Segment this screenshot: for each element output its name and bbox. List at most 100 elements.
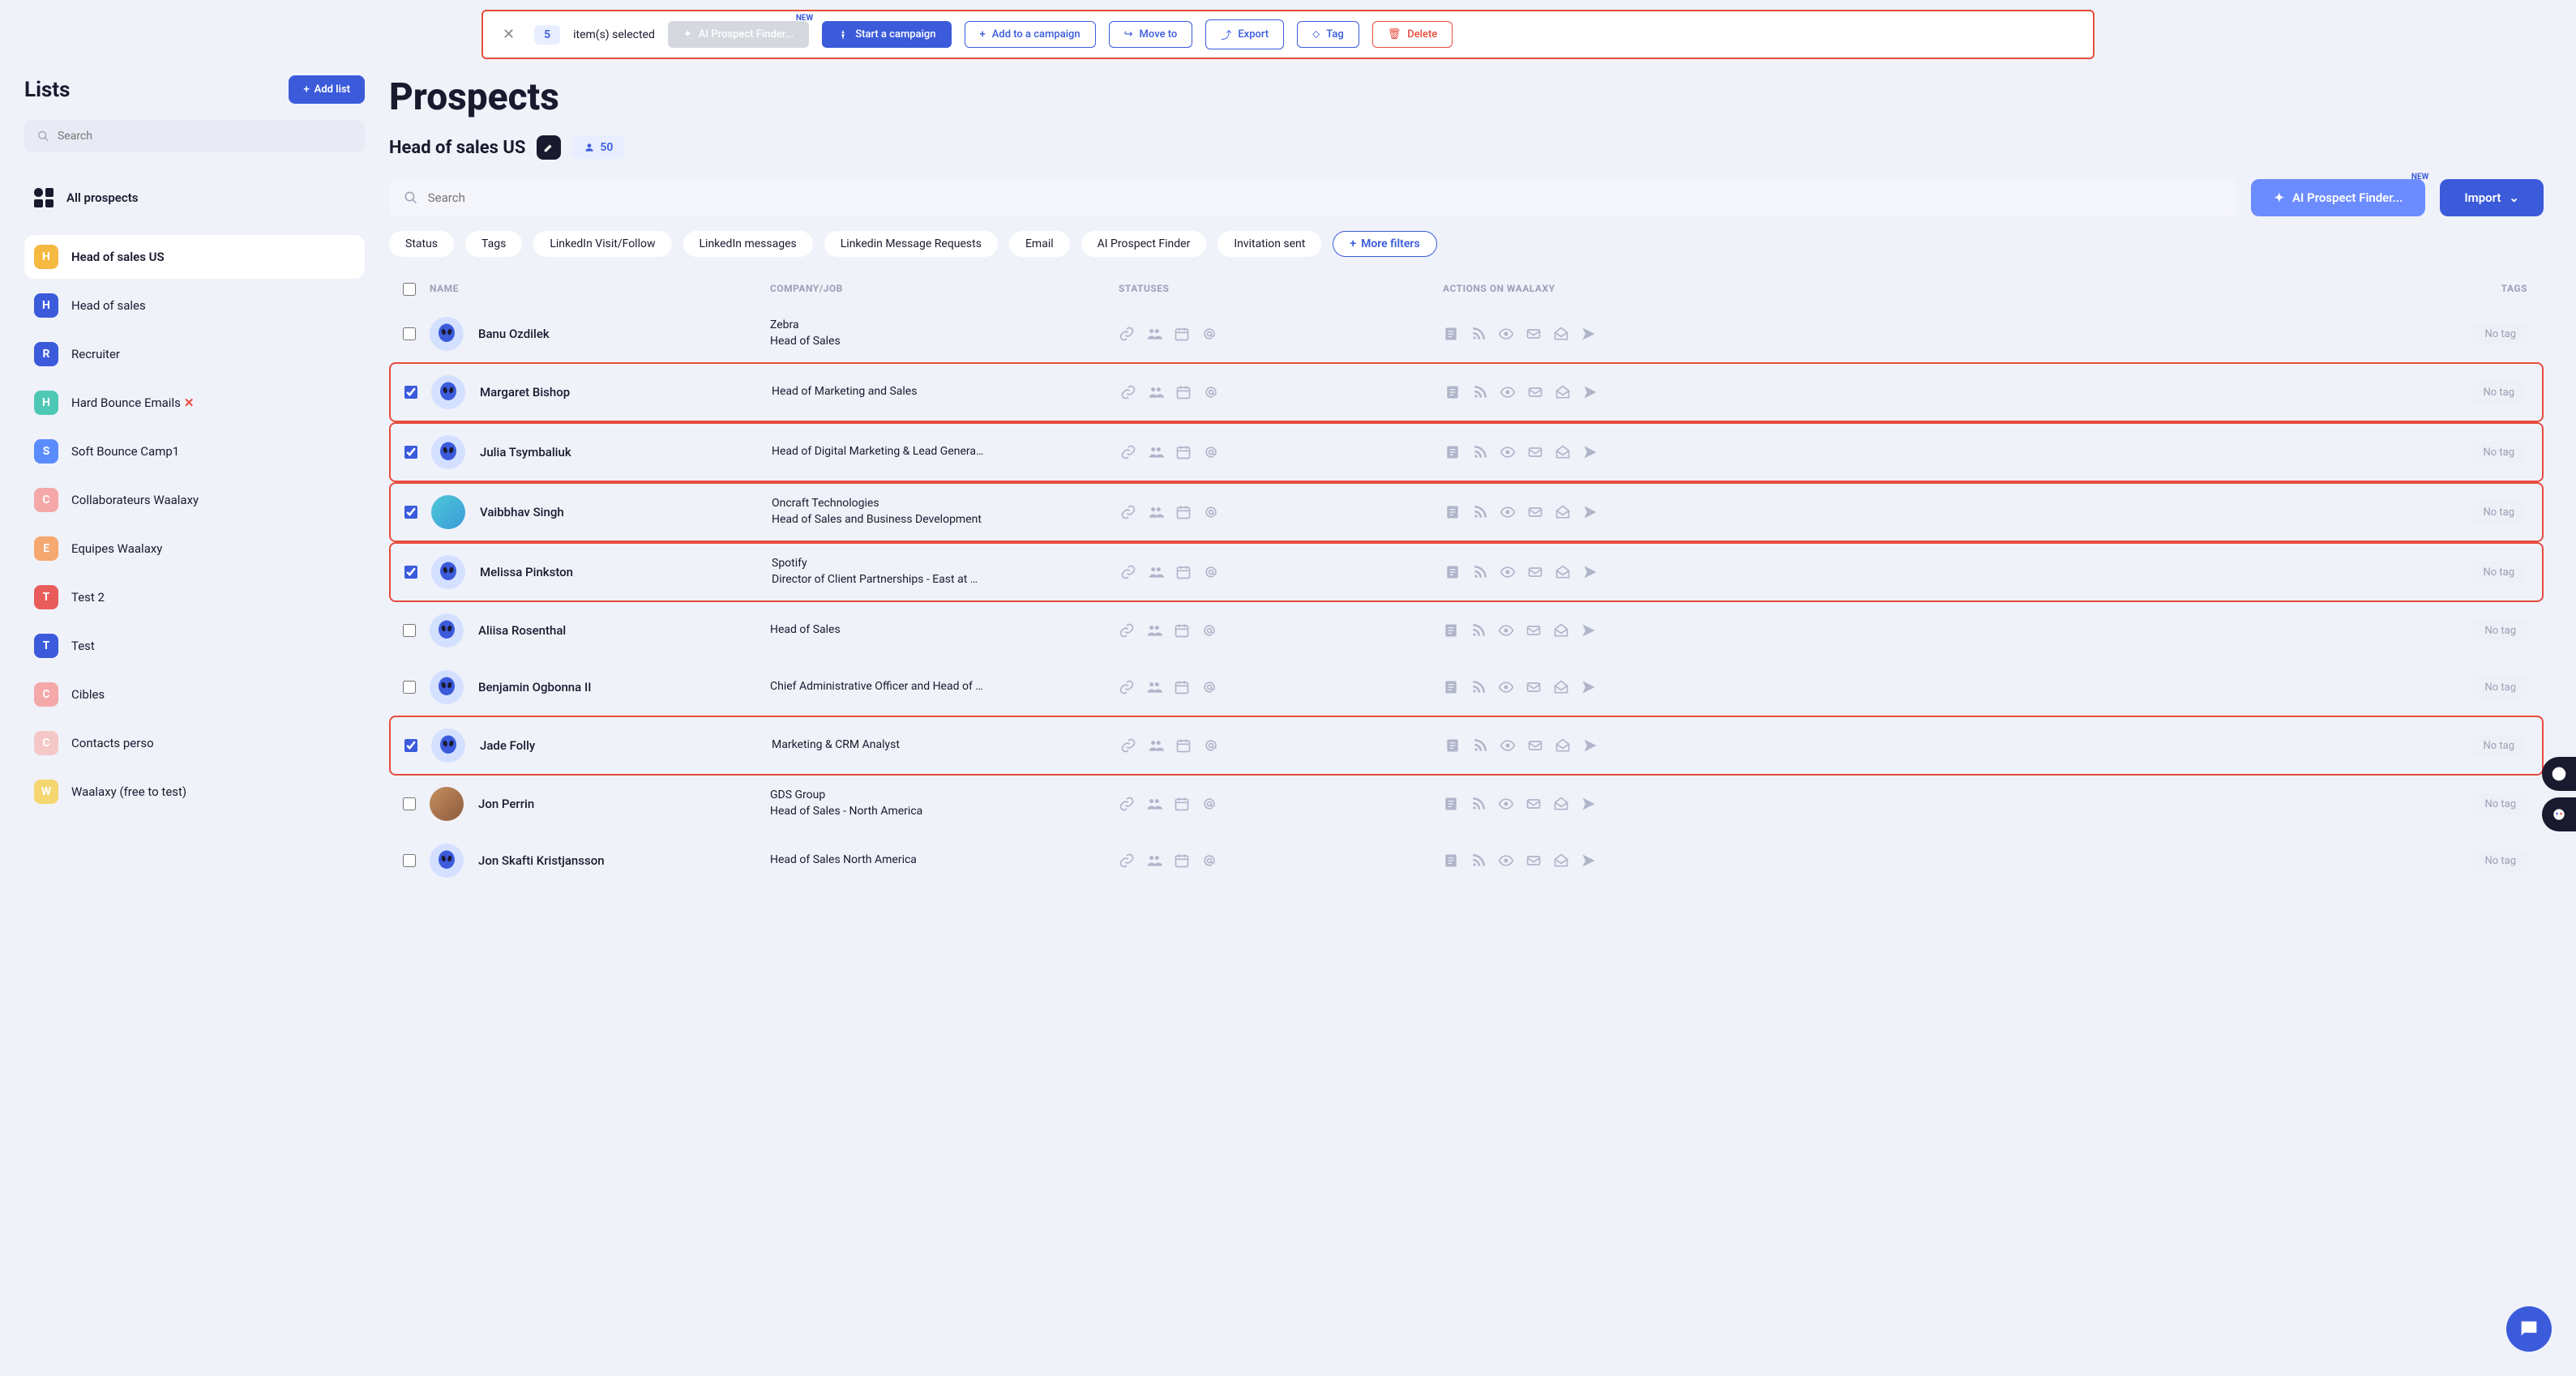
eye-icon[interactable] xyxy=(1500,737,1516,754)
filter-pill[interactable]: Email xyxy=(1009,231,1070,257)
people-icon[interactable] xyxy=(1148,384,1164,400)
mail-icon[interactable] xyxy=(1527,737,1543,754)
send-icon[interactable] xyxy=(1581,622,1597,639)
mail-icon[interactable] xyxy=(1525,622,1542,639)
send-icon[interactable] xyxy=(1582,384,1598,400)
people-icon[interactable] xyxy=(1148,504,1164,520)
mail-icon[interactable] xyxy=(1525,796,1542,812)
calendar-icon[interactable] xyxy=(1175,737,1192,754)
send-icon[interactable] xyxy=(1581,853,1597,869)
sidebar-search[interactable] xyxy=(24,120,365,152)
close-icon[interactable]: ✕ xyxy=(496,26,521,43)
people-icon[interactable] xyxy=(1146,326,1162,342)
note-icon[interactable] xyxy=(1444,504,1461,520)
row-checkbox[interactable] xyxy=(403,327,416,340)
mail-open-icon[interactable] xyxy=(1553,796,1569,812)
table-row[interactable]: Vaibbhav Singh Oncraft TechnologiesHead … xyxy=(389,482,2544,542)
row-checkbox[interactable] xyxy=(404,446,417,459)
sidebar-list-item[interactable]: CCollaborateurs Waalaxy xyxy=(24,478,365,522)
translate-button[interactable] xyxy=(2542,757,2576,791)
link-icon[interactable] xyxy=(1120,504,1136,520)
eye-icon[interactable] xyxy=(1498,796,1514,812)
help-widget-button[interactable] xyxy=(2542,797,2576,831)
sidebar-list-item[interactable]: EEquipes Waalaxy xyxy=(24,527,365,570)
at-icon[interactable] xyxy=(1203,504,1219,520)
link-icon[interactable] xyxy=(1119,796,1135,812)
mail-open-icon[interactable] xyxy=(1555,444,1571,460)
export-button[interactable]: ⤴ Export xyxy=(1205,19,1284,49)
chat-button[interactable] xyxy=(2506,1306,2552,1352)
sidebar-search-input[interactable] xyxy=(58,130,352,143)
filter-pill[interactable]: Tags xyxy=(465,231,522,257)
at-icon[interactable] xyxy=(1201,853,1217,869)
mail-open-icon[interactable] xyxy=(1555,564,1571,580)
note-icon[interactable] xyxy=(1443,622,1459,639)
note-icon[interactable] xyxy=(1443,326,1459,342)
more-filters-button[interactable]: + More filters xyxy=(1333,231,1436,257)
people-icon[interactable] xyxy=(1146,622,1162,639)
send-icon[interactable] xyxy=(1581,796,1597,812)
select-all-checkbox[interactable] xyxy=(403,283,416,296)
all-prospects-item[interactable]: All prospects xyxy=(24,177,365,219)
send-icon[interactable] xyxy=(1582,504,1598,520)
mail-icon[interactable] xyxy=(1527,564,1543,580)
at-icon[interactable] xyxy=(1201,326,1217,342)
main-search-input[interactable] xyxy=(428,190,2223,205)
sidebar-list-item[interactable]: CCibles xyxy=(24,673,365,716)
table-row[interactable]: Benjamin Ogbonna II Chief Administrative… xyxy=(389,659,2544,716)
link-icon[interactable] xyxy=(1119,853,1135,869)
mail-open-icon[interactable] xyxy=(1555,504,1571,520)
mail-icon[interactable] xyxy=(1525,326,1542,342)
link-icon[interactable] xyxy=(1119,622,1135,639)
calendar-icon[interactable] xyxy=(1175,384,1192,400)
eye-icon[interactable] xyxy=(1500,444,1516,460)
link-icon[interactable] xyxy=(1120,737,1136,754)
link-icon[interactable] xyxy=(1119,679,1135,695)
people-icon[interactable] xyxy=(1148,444,1164,460)
sidebar-list-item[interactable]: TTest xyxy=(24,624,365,668)
sidebar-list-item[interactable]: TTest 2 xyxy=(24,575,365,619)
eye-icon[interactable] xyxy=(1500,504,1516,520)
rss-icon[interactable] xyxy=(1472,737,1488,754)
send-icon[interactable] xyxy=(1582,564,1598,580)
sidebar-list-item[interactable]: CContacts perso xyxy=(24,721,365,765)
link-icon[interactable] xyxy=(1120,564,1136,580)
mail-icon[interactable] xyxy=(1525,679,1542,695)
eye-icon[interactable] xyxy=(1498,326,1514,342)
calendar-icon[interactable] xyxy=(1175,564,1192,580)
sidebar-list-item[interactable]: RRecruiter xyxy=(24,332,365,376)
mail-open-icon[interactable] xyxy=(1553,679,1569,695)
mail-open-icon[interactable] xyxy=(1555,737,1571,754)
row-checkbox[interactable] xyxy=(403,681,416,694)
filter-pill[interactable]: AI Prospect Finder xyxy=(1081,231,1207,257)
delete-button[interactable]: 🗑 Delete xyxy=(1372,21,1453,48)
calendar-icon[interactable] xyxy=(1175,444,1192,460)
rss-icon[interactable] xyxy=(1470,853,1487,869)
link-icon[interactable] xyxy=(1120,384,1136,400)
mail-open-icon[interactable] xyxy=(1553,853,1569,869)
add-list-button[interactable]: + Add list xyxy=(289,75,365,104)
table-row[interactable]: Jon Skafti Kristjansson Head of Sales No… xyxy=(389,832,2544,889)
note-icon[interactable] xyxy=(1444,384,1461,400)
table-row[interactable]: Banu Ozdilek ZebraHead of Sales No tag xyxy=(389,306,2544,362)
calendar-icon[interactable] xyxy=(1174,326,1190,342)
people-icon[interactable] xyxy=(1148,564,1164,580)
mail-open-icon[interactable] xyxy=(1553,622,1569,639)
row-checkbox[interactable] xyxy=(403,624,416,637)
send-icon[interactable] xyxy=(1582,444,1598,460)
table-row[interactable]: Aliisa Rosenthal Head of Sales No tag xyxy=(389,602,2544,659)
eye-icon[interactable] xyxy=(1500,564,1516,580)
at-icon[interactable] xyxy=(1203,384,1219,400)
table-row[interactable]: Jon Perrin GDS GroupHead of Sales - Nort… xyxy=(389,776,2544,832)
add-to-campaign-button[interactable]: + Add to a campaign xyxy=(965,21,1096,48)
table-row[interactable]: Jade Folly Marketing & CRM Analyst No ta… xyxy=(389,716,2544,776)
at-icon[interactable] xyxy=(1201,622,1217,639)
note-icon[interactable] xyxy=(1443,853,1459,869)
calendar-icon[interactable] xyxy=(1174,796,1190,812)
people-icon[interactable] xyxy=(1148,737,1164,754)
eye-icon[interactable] xyxy=(1498,853,1514,869)
link-icon[interactable] xyxy=(1120,444,1136,460)
sidebar-list-item[interactable]: HHead of sales xyxy=(24,284,365,327)
calendar-icon[interactable] xyxy=(1174,622,1190,639)
filter-pill[interactable]: Status xyxy=(389,231,454,257)
